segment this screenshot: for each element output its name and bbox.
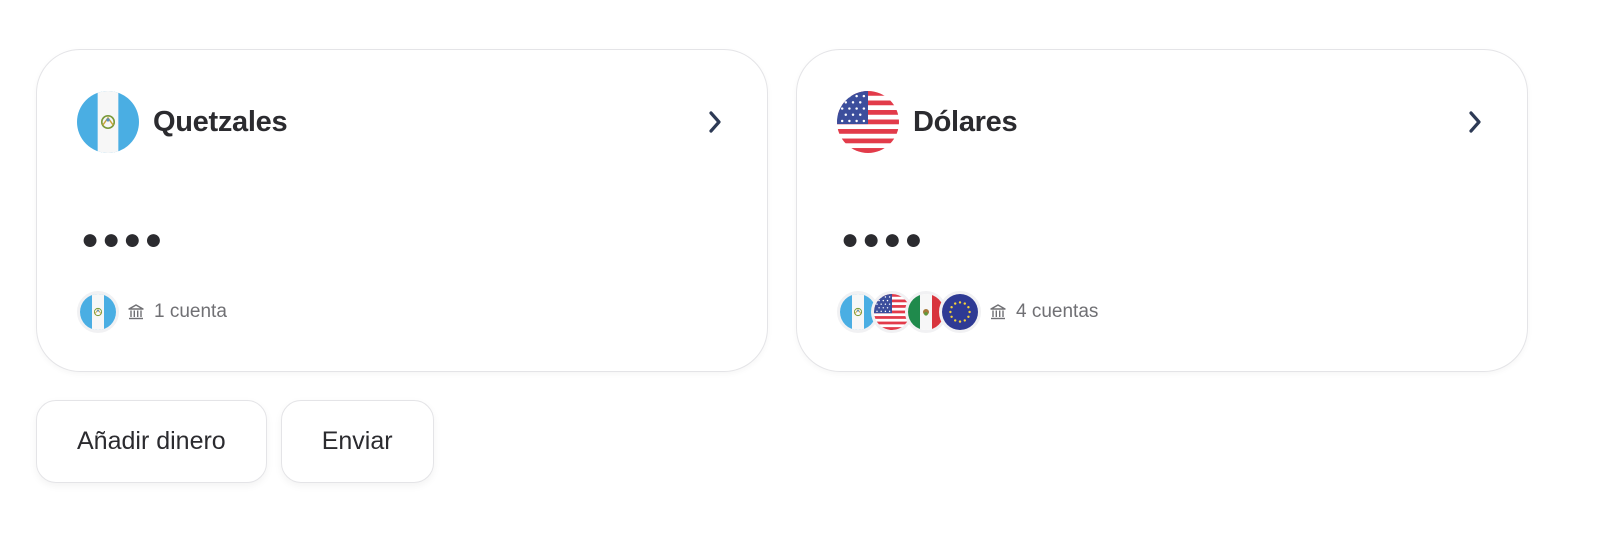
- chevron-right-icon[interactable]: [1463, 110, 1487, 134]
- currency-card-dolares[interactable]: Dólares ●●●● 4 cuentas: [796, 49, 1528, 372]
- card-title: Dólares: [913, 105, 1018, 138]
- add-money-button[interactable]: Añadir dinero: [36, 400, 267, 483]
- balance-masked: ●●●●: [81, 223, 166, 256]
- card-footer: 1 cuenta: [77, 290, 227, 334]
- usa-flag-icon: [837, 91, 899, 153]
- action-buttons: Añadir dinero Enviar: [36, 400, 434, 483]
- account-flags: [77, 291, 119, 333]
- card-footer: 4 cuentas: [837, 290, 1098, 334]
- accounts-count: 1 cuenta: [154, 301, 227, 322]
- currency-cards: Quetzales ●●●● 1 cuenta Dólares ●●●● 4 c…: [36, 49, 1528, 372]
- guatemala-flag-icon: [77, 91, 139, 153]
- bank-icon: [127, 302, 147, 322]
- card-title: Quetzales: [153, 105, 288, 138]
- account-flags: [837, 291, 981, 333]
- accounts-count: 4 cuentas: [1016, 301, 1099, 322]
- send-button[interactable]: Enviar: [280, 400, 434, 483]
- card-header: Quetzales: [77, 90, 727, 154]
- balance-masked: ●●●●: [841, 223, 926, 256]
- bank-icon: [989, 302, 1009, 322]
- eu-flag-icon: [939, 291, 981, 333]
- chevron-right-icon[interactable]: [703, 110, 727, 134]
- currency-card-quetzales[interactable]: Quetzales ●●●● 1 cuenta: [36, 49, 768, 372]
- card-header: Dólares: [837, 90, 1487, 154]
- guatemala-flag-icon: [77, 291, 119, 333]
